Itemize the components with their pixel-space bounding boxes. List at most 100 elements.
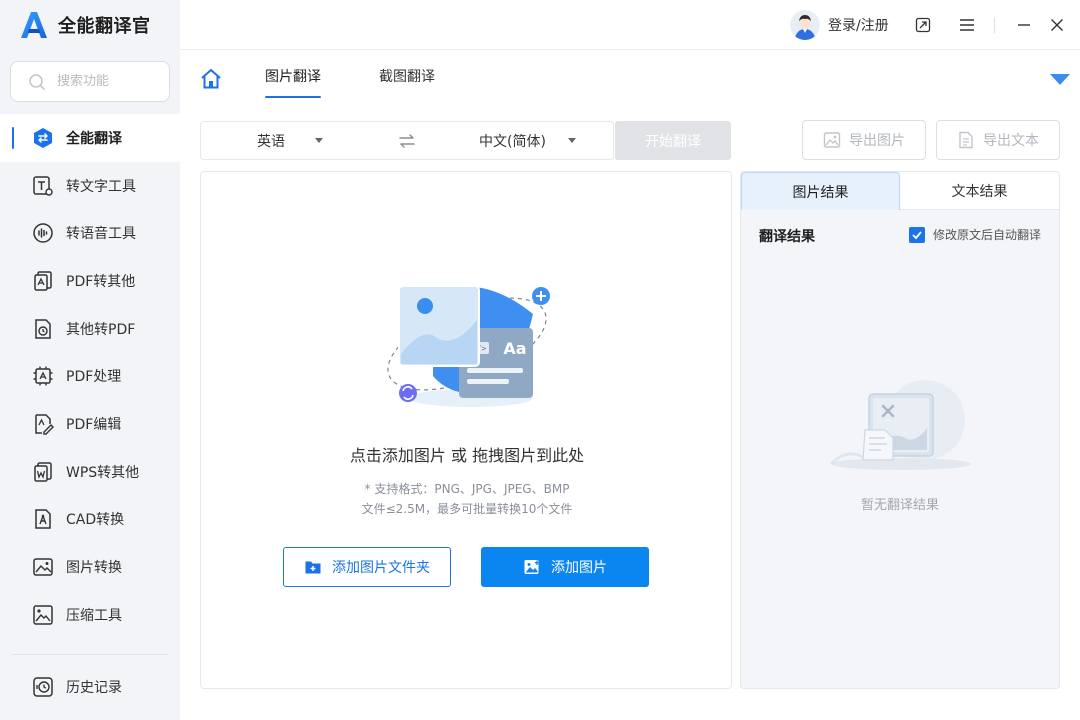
wps-convert-icon [32,461,54,483]
sidebar-item-label: 历史记录 [66,679,122,696]
empty-result-text: 暂无翻译结果 [860,498,939,513]
start-translate-button[interactable]: 开始翻译 [615,121,731,160]
source-language-value: 英语 [257,133,285,150]
sidebar-item-label: WPS转其他 [66,464,140,481]
menu-icon [960,19,974,31]
sidebar-item-label: 转文字工具 [66,178,136,195]
tab-label: 截图翻译 [379,69,435,85]
swap-languages-icon[interactable] [398,132,416,150]
target-language-select[interactable]: 中文(简体) [479,122,576,159]
sidebar-item-label: 其他转PDF [66,321,136,338]
cad-convert-icon [32,508,54,530]
sidebar-item-label: 压缩工具 [66,607,122,624]
add-folder-button[interactable]: 添加图片文件夹 [283,547,451,587]
sidebar-item-label: PDF处理 [66,369,122,386]
result-tabs: 图片结果 文本结果 [741,172,1059,210]
result-header: 翻译结果 [759,229,815,245]
chevron-down-icon [567,138,576,143]
add-folder-label: 添加图片文件夹 [332,560,430,576]
tab-screenshot-translate[interactable]: 截图翻译 [369,66,445,98]
export-image-button[interactable]: 导出图片 [802,120,926,160]
sidebar-item-pdf-convert[interactable]: PDF转其他 [0,257,180,305]
home-icon[interactable] [200,68,222,90]
image-convert-icon [32,556,54,578]
sidebar-item-text-tool[interactable]: 转文字工具 [0,162,180,210]
sidebar-nav: 全能翻译 转文字工具 转语音工具 PDF转其他 其他转PDF PDF处理 PDF… [0,114,180,639]
upload-title: 点击添加图片 或 拖拽图片到此处 [349,446,585,465]
compress-icon [32,604,54,626]
sidebar-item-voice-tool[interactable]: 转语音工具 [0,209,180,257]
target-language-value: 中文(简体) [479,133,546,150]
to-pdf-icon [32,318,54,340]
app-title: 全能翻译官 [58,16,151,37]
tab-label: 文本结果 [951,184,1008,200]
sidebar: 全能翻译官 全能翻译 转文字工具 转语音工具 PD [0,0,180,720]
history-icon [32,676,54,698]
upload-dropzone[interactable]: </> Aa 点击添加图片 或 拖拽图片到此处 * 支持格式：PNG、JPG、J… [200,171,732,689]
sidebar-item-compress[interactable]: 压缩工具 [0,591,180,639]
sidebar-item-label: 图片转换 [66,560,122,577]
sidebar-item-label: PDF转其他 [66,273,136,290]
sidebar-item-history[interactable]: 历史记录 [0,663,180,711]
upload-illustration: </> Aa [387,285,550,407]
tab-label: 图片结果 [792,184,849,201]
upload-limits: 文件≤2.5M，最多可批量转换10个文件 [361,502,573,516]
export-image-label: 导出图片 [849,133,905,149]
shrink-icon [915,17,931,33]
checkbox-checked-icon[interactable] [909,226,925,243]
auto-translate-label: 修改原文后自动翻译 [933,228,1042,242]
menu-button[interactable] [957,15,977,35]
pdf-process-icon [32,365,54,387]
tab-label: 图片翻译 [265,69,321,85]
sidebar-item-pdf-process[interactable]: PDF处理 [0,352,180,400]
sidebar-item-label: PDF编辑 [66,416,122,433]
add-image-label: 添加图片 [551,560,607,576]
svg-text:Aa: Aa [503,339,526,358]
translate-icon [32,127,54,149]
login-button[interactable]: 登录/注册 [790,10,889,40]
sidebar-item-image-convert[interactable]: 图片转换 [0,543,180,591]
sidebar-item-cad-convert[interactable]: CAD转换 [0,496,180,544]
search-input[interactable] [57,74,157,89]
auto-translate-toggle[interactable]: 修改原文后自动翻译 [909,226,1041,243]
close-icon [1051,19,1063,31]
language-bar: 英语 中文(简体) [200,121,614,160]
sidebar-item-label: 全能翻译 [66,130,122,147]
close-button[interactable] [1047,15,1067,35]
collapse-icon[interactable] [1049,73,1071,87]
sidebar-history: 历史记录 [0,663,180,711]
source-language-select[interactable]: 英语 [257,122,323,159]
tab-text-result[interactable]: 文本结果 [900,172,1059,210]
pdf-edit-icon [32,413,54,435]
text-export-icon [959,131,973,149]
empty-result-icon [829,380,971,470]
search-icon [29,73,45,90]
pdf-convert-icon [32,270,54,292]
result-panel: 图片结果 文本结果 翻译结果 修改原文后自动翻译 暂无翻译结果 [740,171,1060,689]
search-box[interactable] [10,61,170,102]
image-export-icon [823,132,841,148]
app-brand: 全能翻译官 [18,10,151,40]
titlebar-separator [994,17,995,33]
sidebar-item-label: 转语音工具 [66,226,136,243]
add-image-button[interactable]: 添加图片 [481,547,649,587]
sidebar-item-wps-convert[interactable]: WPS转其他 [0,448,180,496]
app-logo-icon [21,12,47,38]
login-label: 登录/注册 [828,18,889,34]
minimize-button[interactable] [1014,15,1034,35]
mini-mode-button[interactable] [913,15,933,35]
upload-formats: * 支持格式：PNG、JPG、JPEG、BMP [364,482,570,496]
tab-image-translate[interactable]: 图片翻译 [255,66,331,98]
tab-image-result[interactable]: 图片结果 [741,172,900,210]
image-add-icon [524,560,540,574]
sidebar-divider [12,654,168,655]
minimize-icon [1018,24,1030,26]
sidebar-item-to-pdf[interactable]: 其他转PDF [0,305,180,353]
avatar [790,10,820,40]
export-text-button[interactable]: 导出文本 [936,120,1060,160]
chevron-down-icon [315,138,323,143]
sidebar-item-label: CAD转换 [66,512,125,529]
sidebar-item-pdf-edit[interactable]: PDF编辑 [0,400,180,448]
sidebar-item-translate[interactable]: 全能翻译 [0,114,180,162]
title-bar: 登录/注册 [180,0,1080,50]
